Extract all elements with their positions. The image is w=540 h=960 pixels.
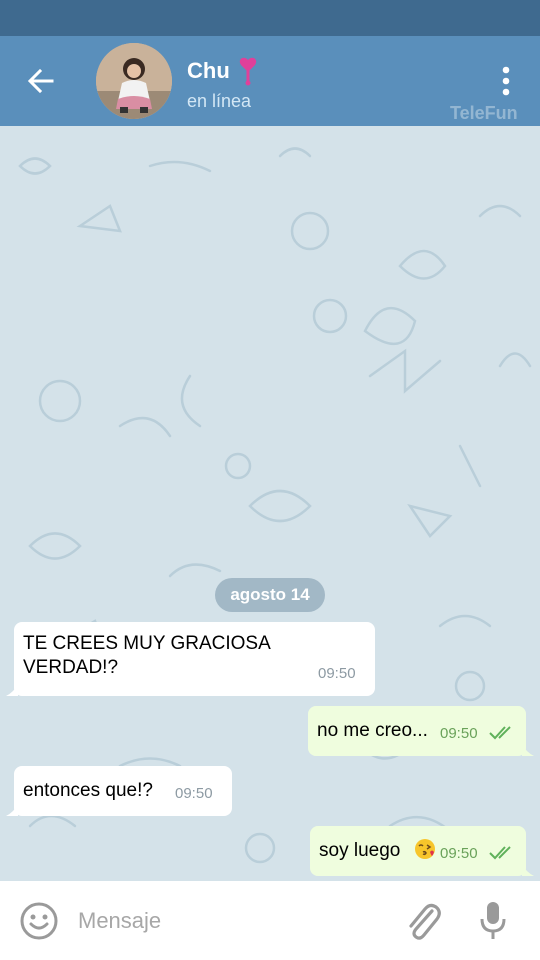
message-input[interactable] bbox=[78, 903, 378, 939]
message-time: 09:50 bbox=[440, 725, 478, 742]
message-text: TE CREES MUY GRACIOSA bbox=[23, 633, 271, 654]
bubble-tail bbox=[522, 744, 534, 756]
double-check-icon bbox=[489, 846, 511, 860]
message-bubble-incoming[interactable]: entonces que!? 09:50 bbox=[6, 766, 232, 816]
message-text: no me creo... bbox=[317, 720, 428, 741]
contact-status: en línea bbox=[187, 91, 252, 111]
contact-name[interactable]: Chu bbox=[187, 58, 230, 84]
watermark: TeleFun bbox=[450, 103, 518, 123]
bubble-tail bbox=[6, 684, 18, 696]
message-bubble-outgoing[interactable]: soy luego 09:50 bbox=[310, 826, 534, 876]
smiley-icon[interactable] bbox=[19, 901, 59, 941]
message-text: soy luego bbox=[319, 840, 401, 861]
double-check-icon bbox=[489, 726, 511, 740]
message-time: 09:50 bbox=[440, 845, 478, 862]
paperclip-icon[interactable] bbox=[402, 899, 442, 941]
bubble-tail bbox=[6, 804, 18, 816]
kissing-face-icon bbox=[415, 839, 435, 859]
chat-header: Chu en línea TeleFun bbox=[0, 36, 540, 126]
bubble-tail bbox=[522, 864, 534, 876]
message-time: 09:50 bbox=[175, 785, 213, 802]
message-text: VERDAD!? bbox=[23, 657, 119, 678]
more-vertical-icon[interactable] bbox=[494, 64, 518, 98]
message-time: 09:50 bbox=[318, 665, 356, 682]
message-bubble-outgoing[interactable]: no me creo... 09:50 bbox=[308, 706, 534, 756]
avatar[interactable] bbox=[96, 43, 172, 119]
back-arrow-icon[interactable] bbox=[22, 62, 60, 100]
sparkling-heart-icon bbox=[236, 56, 260, 86]
message-text: entonces que!? bbox=[23, 780, 153, 801]
message-input-bar bbox=[0, 881, 540, 960]
date-separator: agosto 14 bbox=[215, 578, 325, 612]
chat-area[interactable]: agosto 14 TE CREES MUY GRACIOSA VERDAD!?… bbox=[0, 126, 540, 881]
status-bar bbox=[0, 0, 540, 36]
message-bubble-incoming[interactable]: TE CREES MUY GRACIOSA VERDAD!? 09:50 bbox=[6, 622, 375, 696]
microphone-icon[interactable] bbox=[478, 899, 508, 941]
